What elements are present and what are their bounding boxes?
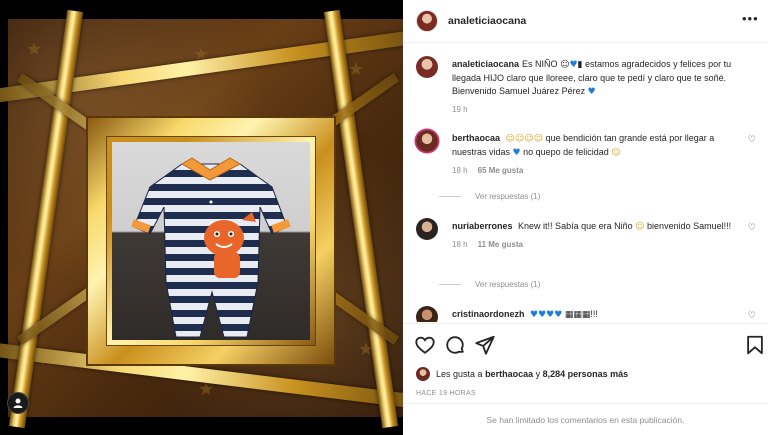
view-replies-label: Ver respuestas (1) bbox=[475, 280, 541, 289]
view-replies-label: Ver respuestas (1) bbox=[475, 192, 541, 201]
comment-text: cristinaordonezh ♥♥♥♥ ▦▦▦!!! bbox=[452, 308, 750, 322]
caption-username[interactable]: analeticiaocana bbox=[452, 59, 519, 69]
comment-icon[interactable] bbox=[444, 334, 466, 356]
caption-item: analeticiaocana Es NIÑO ☺♥▮ estamos agrad… bbox=[416, 56, 756, 116]
praying-emoji-icon: ☺ bbox=[611, 148, 621, 158]
baby-onesie-photo bbox=[112, 142, 310, 340]
gold-picture-frame bbox=[86, 116, 336, 366]
caption-meta: 19 h bbox=[452, 103, 750, 116]
like-comment-heart-icon[interactable]: ♡ bbox=[748, 223, 756, 233]
replies-divider bbox=[439, 196, 461, 197]
comment-time: 18 h bbox=[452, 240, 468, 249]
blue-heart-icon: ♥ bbox=[587, 87, 596, 97]
view-replies-button[interactable]: Ver respuestas (1) bbox=[439, 280, 540, 289]
post-actions-bar bbox=[403, 323, 768, 363]
gold-picture-frame-inner bbox=[106, 136, 316, 346]
liker-username[interactable]: berthaocaa bbox=[485, 369, 533, 379]
more-options-icon: ••• bbox=[742, 11, 759, 26]
comment-text-part: Knew it!! Sabía que era Niño bbox=[518, 221, 633, 231]
like-comment-heart-icon[interactable]: ♡ bbox=[748, 135, 756, 145]
comment-item: nuriaberrones Knew it!! Sabía que era Ni… bbox=[416, 218, 756, 258]
post-media[interactable]: ★ ★ ★ ★ ★ ★ bbox=[0, 0, 403, 435]
like-comment-heart-icon[interactable]: ♡ bbox=[748, 311, 756, 321]
user-tag-icon bbox=[13, 398, 23, 408]
likes-others-count[interactable]: 8,284 personas más bbox=[543, 369, 629, 379]
author-username[interactable]: analeticiaocana bbox=[448, 15, 526, 27]
post-details-panel: analeticiaocana ••• analeticiaocana Es NI… bbox=[403, 0, 768, 435]
comment-text-part: bienvenido Samuel!!! bbox=[647, 221, 732, 231]
comment-item: cristinaordonezh ♥♥♥♥ ▦▦▦!!! ♡ bbox=[416, 306, 756, 322]
comments-list: analeticiaocana Es NIÑO ☺♥▮ estamos agrad… bbox=[403, 44, 768, 322]
caption-time: 19 h bbox=[452, 105, 468, 114]
commenter-avatar[interactable] bbox=[416, 218, 438, 240]
instagram-post-modal: ★ ★ ★ ★ ★ ★ bbox=[0, 0, 768, 435]
comment-text: nuriaberrones Knew it!! Sabía que era Ni… bbox=[452, 220, 750, 251]
post-header: analeticiaocana ••• bbox=[403, 0, 768, 43]
like-heart-icon[interactable] bbox=[414, 334, 436, 356]
comment-text-part: no quepo de felicidad bbox=[523, 147, 609, 157]
heart-eyes-emoji-icon: ☺☺☺☺ bbox=[505, 134, 544, 144]
commenter-username[interactable]: berthaocaa bbox=[452, 133, 500, 143]
bottle-icon: ▮ bbox=[577, 60, 583, 70]
caption-text-part: Es NIÑO bbox=[522, 59, 558, 69]
commenter-username[interactable]: cristinaordonezh bbox=[452, 309, 525, 319]
likes-prefix: Les gusta a bbox=[436, 369, 483, 379]
blue-heart-icon: ♥ bbox=[569, 60, 578, 70]
commenter-avatar[interactable] bbox=[416, 306, 438, 322]
hearts-face-emoji-icon: ☺ bbox=[635, 222, 645, 232]
author-avatar[interactable] bbox=[416, 10, 438, 32]
comment-meta: 18 h 65 Me gusta bbox=[452, 164, 750, 177]
likes-joiner: y bbox=[535, 369, 541, 379]
comment-text-part: !!! bbox=[590, 309, 598, 319]
post-timestamp[interactable]: HACE 19 HORAS bbox=[416, 390, 476, 397]
comment-likes[interactable]: 65 Me gusta bbox=[478, 166, 524, 175]
striped-onesie-illustration bbox=[131, 157, 291, 338]
blue-hearts-icon: ♥♥♥♥ bbox=[530, 310, 563, 320]
emoji-glyphs-icon: ▦▦▦ bbox=[564, 310, 591, 320]
comment-meta: 18 h 11 Me gusta bbox=[452, 238, 750, 251]
commenter-avatar[interactable] bbox=[416, 130, 438, 152]
more-options-button[interactable]: ••• bbox=[742, 11, 759, 29]
likes-summary[interactable]: Les gusta a berthaocaa y 8,284 personas … bbox=[416, 366, 628, 382]
star-decoration: ★ bbox=[348, 59, 365, 80]
view-replies-button[interactable]: Ver respuestas (1) bbox=[439, 192, 540, 201]
caption-author-avatar[interactable] bbox=[416, 56, 438, 78]
liker-avatar bbox=[416, 367, 430, 381]
tagged-user-button[interactable] bbox=[7, 392, 29, 414]
comment-likes[interactable]: 11 Me gusta bbox=[478, 240, 523, 249]
star-decoration: ★ bbox=[26, 39, 43, 60]
save-bookmark-icon[interactable] bbox=[744, 334, 766, 356]
replies-divider bbox=[439, 284, 461, 285]
comment-text: berthaocaa ☺☺☺☺ que bendición tan grande… bbox=[452, 132, 750, 177]
gold-frame-background: ★ ★ ★ ★ ★ ★ bbox=[0, 9, 403, 429]
caption-text: analeticiaocana Es NIÑO ☺♥▮ estamos agrad… bbox=[452, 58, 750, 116]
commenter-username[interactable]: nuriaberrones bbox=[452, 221, 513, 231]
share-paper-plane-icon[interactable] bbox=[474, 334, 496, 356]
comment-time: 18 h bbox=[452, 166, 468, 175]
comments-limited-notice: Se han limitado los comentarios en esta … bbox=[403, 403, 768, 435]
blue-heart-icon: ♥ bbox=[512, 148, 521, 158]
comment-item: berthaocaa ☺☺☺☺ que bendición tan grande… bbox=[416, 130, 756, 175]
